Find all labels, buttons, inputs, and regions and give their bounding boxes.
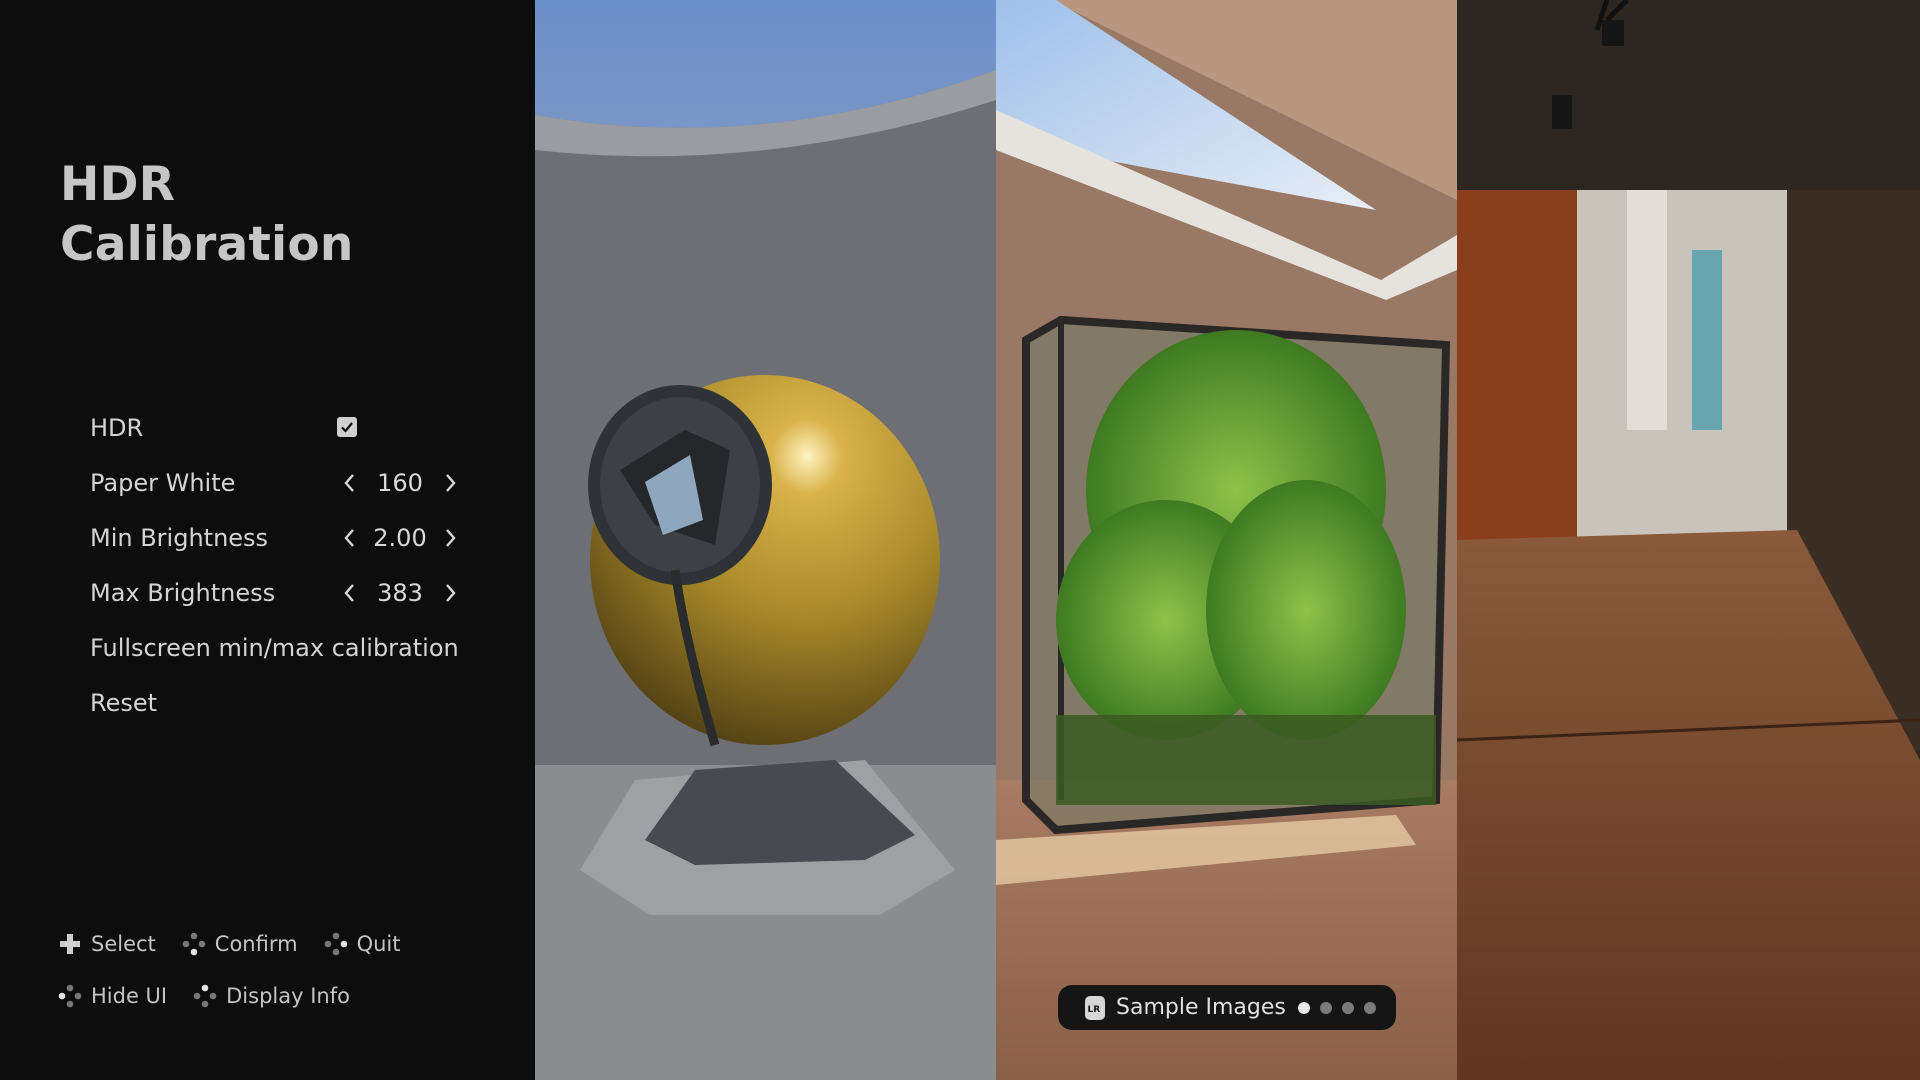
setting-hdr-label: HDR: [90, 413, 144, 442]
setting-fullscreen-calibration[interactable]: Fullscreen min/max calibration: [90, 620, 490, 675]
hint-display-info-label: Display Info: [226, 984, 350, 1008]
lr-shoulder-icon: LR: [1085, 995, 1105, 1020]
chevron-right-icon: [446, 473, 456, 492]
pager-dot[interactable]: [1297, 1001, 1310, 1014]
settings-list: HDR Paper White 160 Min Brightness 2.00 …: [90, 400, 490, 730]
chevron-right-icon: [446, 583, 456, 602]
hdr-checkbox[interactable]: [337, 417, 357, 437]
face-button-left-icon: [58, 984, 82, 1008]
chevron-left-icon: [344, 528, 354, 547]
max-brightness-stepper: 383: [335, 565, 465, 620]
checkmark-icon: [341, 422, 353, 433]
setting-paper-white-label: Paper White: [90, 468, 236, 497]
chevron-left-icon: [344, 473, 354, 492]
hint-quit: Quit: [324, 932, 401, 956]
sample-images-pager: [1297, 1001, 1376, 1014]
max-brightness-increase-button[interactable]: [435, 578, 465, 608]
setting-reset[interactable]: Reset: [90, 675, 490, 730]
setting-max-brightness[interactable]: Max Brightness 383: [90, 565, 490, 620]
settings-panel: HDR Calibration HDR Paper White 160 Min …: [0, 0, 535, 1080]
sample-images-label: Sample Images: [1116, 995, 1286, 1020]
paper-white-stepper: 160: [335, 455, 465, 510]
max-brightness-value: 383: [377, 578, 423, 607]
setting-fullscreen-label: Fullscreen min/max calibration: [90, 633, 459, 662]
sample-image-sphere: [535, 0, 996, 1080]
face-button-right-icon: [324, 932, 347, 956]
chevron-right-icon: [446, 528, 456, 547]
setting-min-brightness-label: Min Brightness: [90, 523, 269, 552]
hint-hide-ui: Hide UI: [58, 984, 167, 1008]
page-title-line1: HDR: [60, 157, 176, 212]
sample-image-hallway: [1457, 0, 1920, 1080]
max-brightness-decrease-button[interactable]: [335, 578, 365, 608]
hint-confirm: Confirm: [182, 932, 298, 956]
setting-hdr[interactable]: HDR: [90, 400, 490, 455]
controller-hints: Select Confirm Quit Hide UI Display Info: [58, 918, 518, 1022]
min-brightness-value: 2.00: [373, 523, 427, 552]
hint-select: Select: [58, 932, 156, 956]
chevron-left-icon: [344, 583, 354, 602]
setting-reset-label: Reset: [90, 688, 158, 717]
paper-white-decrease-button[interactable]: [335, 468, 365, 498]
hint-display-info: Display Info: [193, 984, 350, 1008]
paper-white-value: 160: [377, 468, 423, 497]
paper-white-increase-button[interactable]: [435, 468, 465, 498]
page-title-line2: Calibration: [60, 217, 354, 272]
face-button-top-icon: [193, 984, 217, 1008]
dpad-icon: [60, 934, 80, 954]
hint-hide-ui-label: Hide UI: [91, 984, 168, 1008]
pager-dot[interactable]: [1341, 1001, 1354, 1014]
face-button-bottom-icon: [182, 932, 206, 956]
hint-confirm-label: Confirm: [214, 932, 298, 956]
sample-image-terrarium: [996, 0, 1457, 1080]
min-brightness-stepper: 2.00: [335, 510, 465, 565]
hint-select-label: Select: [91, 932, 156, 956]
hint-quit-label: Quit: [356, 932, 401, 956]
setting-max-brightness-label: Max Brightness: [90, 578, 276, 607]
svg-text:LR: LR: [1088, 1005, 1101, 1015]
sphere-scene-illustration: [535, 0, 996, 1080]
setting-min-brightness[interactable]: Min Brightness 2.00: [90, 510, 490, 565]
hallway-scene-illustration: [1457, 0, 1920, 1080]
setting-paper-white[interactable]: Paper White 160: [90, 455, 490, 510]
pager-dot[interactable]: [1319, 1001, 1332, 1014]
min-brightness-decrease-button[interactable]: [335, 523, 365, 553]
pager-dot[interactable]: [1363, 1001, 1376, 1014]
min-brightness-increase-button[interactable]: [435, 523, 465, 553]
sample-images-selector[interactable]: LR Sample Images: [1058, 985, 1396, 1030]
terrarium-scene-illustration: [996, 0, 1457, 1080]
page-title: HDR Calibration: [60, 155, 480, 275]
